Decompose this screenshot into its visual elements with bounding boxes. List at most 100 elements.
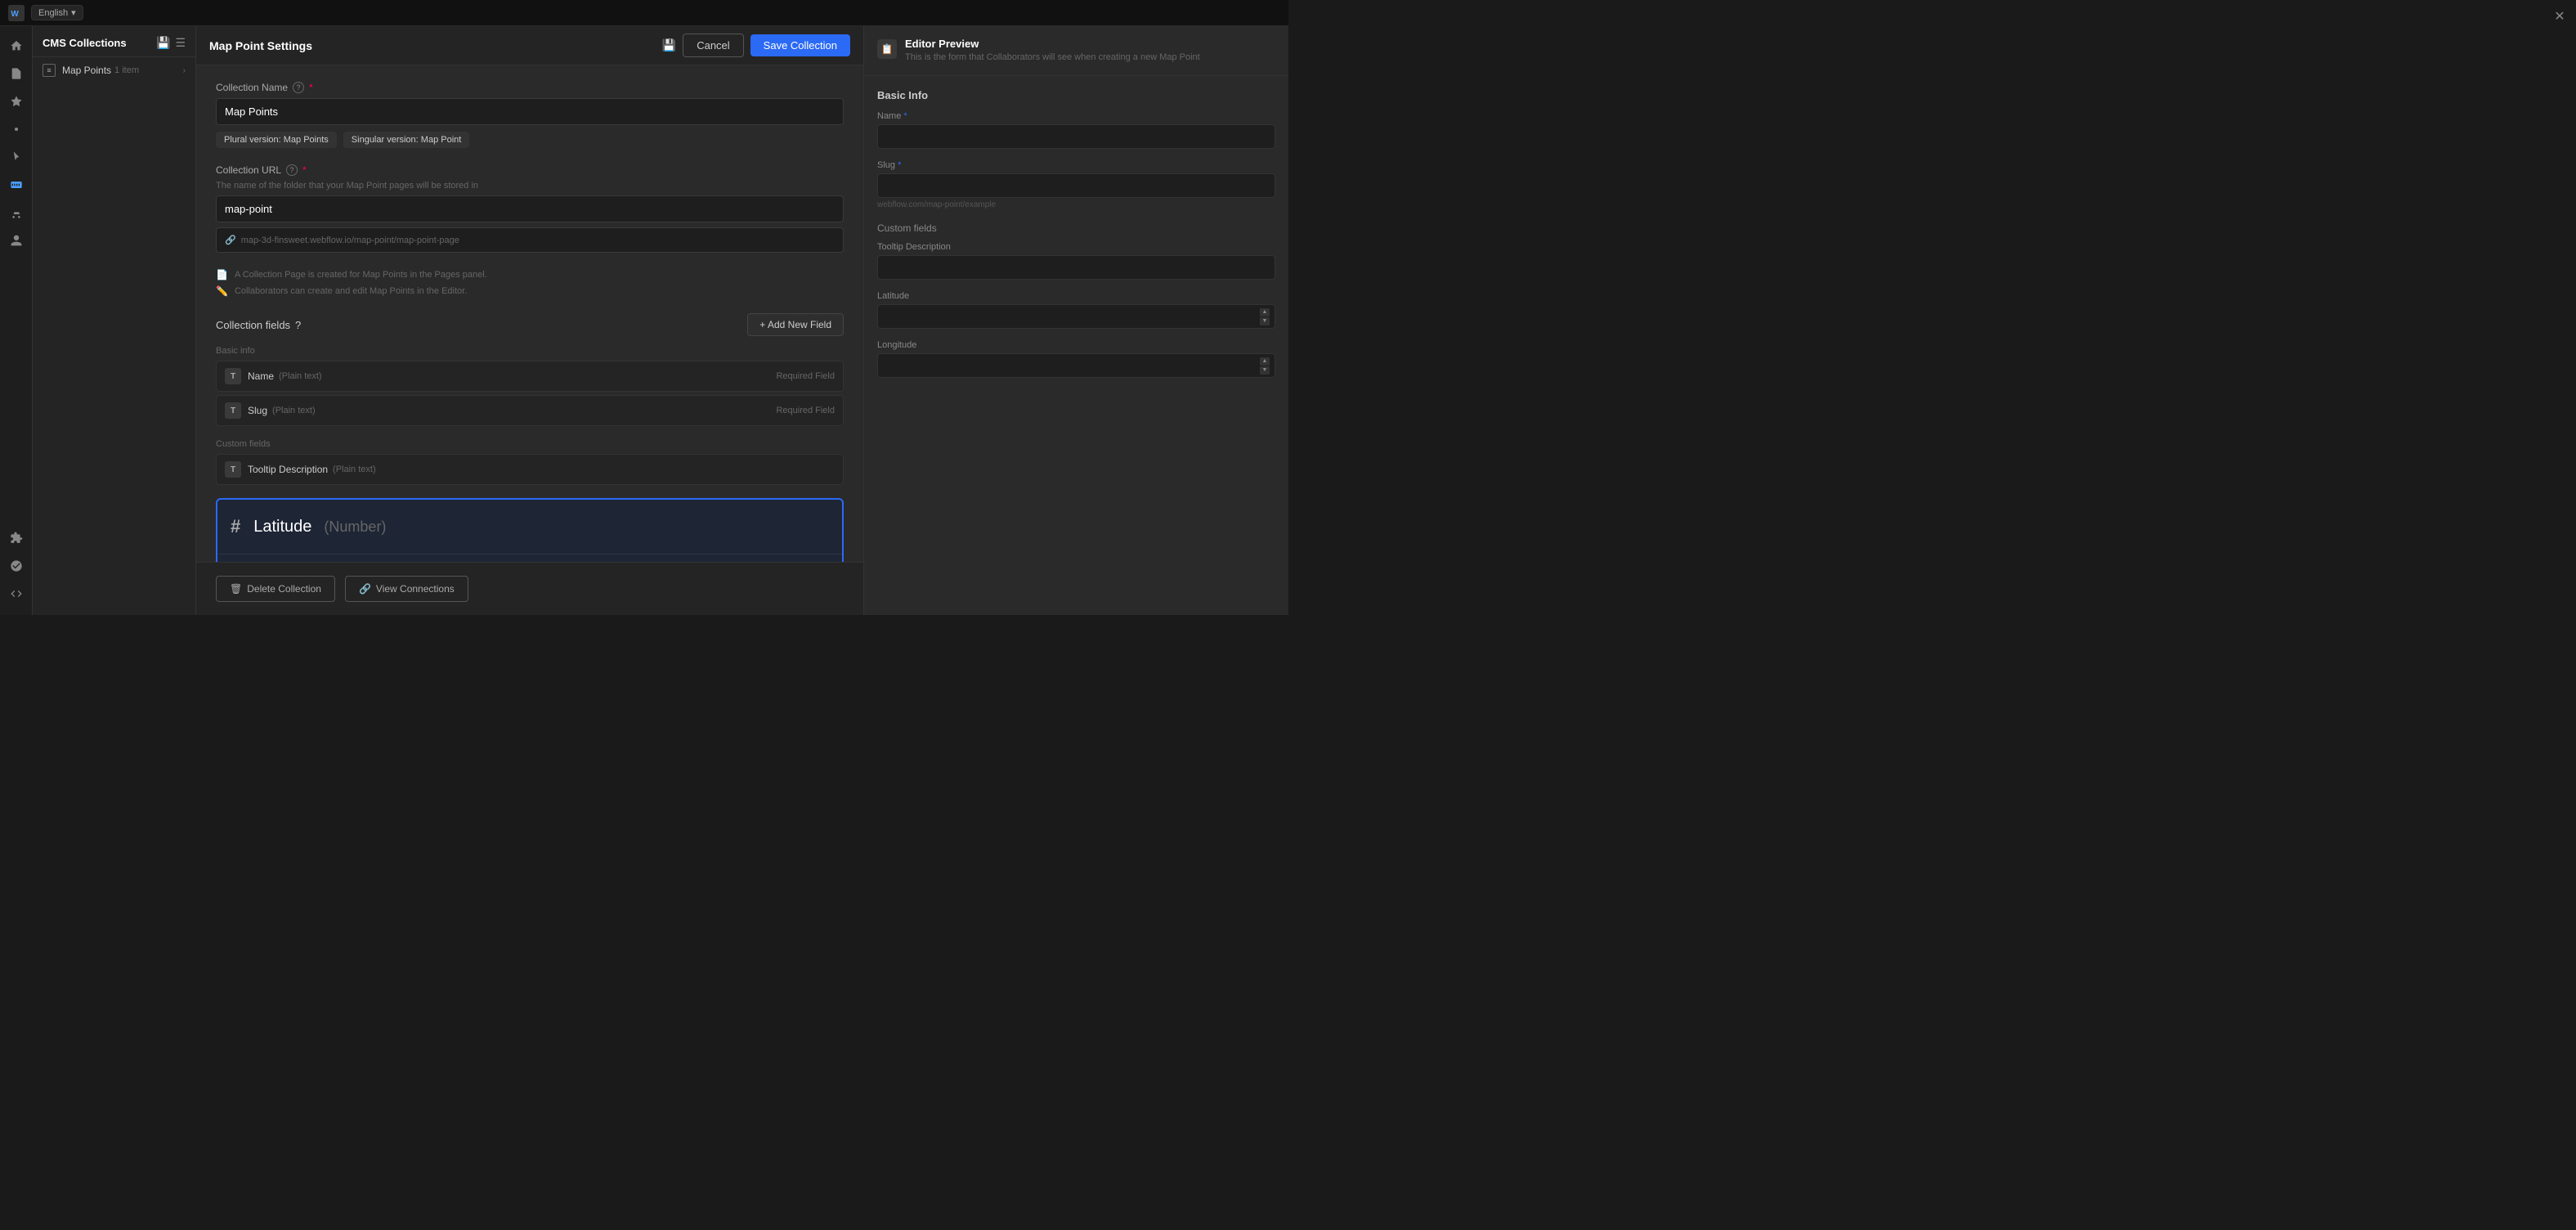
field-type-label-name: (Plain text) — [279, 371, 322, 381]
save-collection-button[interactable]: Save Collection — [750, 34, 850, 56]
collection-url-input[interactable] — [216, 195, 844, 222]
preview-slug-field: Slug * webflow.com/map-point/example — [877, 160, 1275, 209]
preview-tooltip-field: Tooltip Description — [877, 242, 1275, 280]
sidebar-icon-users[interactable] — [3, 227, 29, 254]
latitude-type: (Number) — [320, 518, 386, 536]
sidebar-icon-symbols[interactable] — [3, 116, 29, 142]
collection-url-label-row: Collection URL ? * — [216, 164, 844, 176]
fields-header: Collection fields ? + Add New Field — [216, 313, 844, 336]
field-row-slug[interactable]: T Slug (Plain text) Required Field — [216, 395, 844, 426]
basic-info-fields-group: Basic info T Name (Plain text) Required … — [216, 346, 844, 426]
collection-name-input[interactable] — [216, 98, 844, 125]
connections-icon: 🔗 — [359, 583, 371, 595]
sidebar-icon-home[interactable] — [3, 33, 29, 59]
field-required-name: Required Field — [776, 371, 835, 381]
cms-panel-header: CMS Collections 💾 ☰ — [33, 26, 195, 57]
preview-custom-section: Custom fields Tooltip Description Latitu… — [877, 222, 1275, 378]
sidebar-icon-interactions[interactable] — [3, 144, 29, 170]
plural-badge: Plural version: Map Points — [216, 132, 337, 148]
preview-name-label: Name * — [877, 111, 1275, 121]
save-page-icon: 💾 — [662, 38, 676, 52]
field-row-name[interactable]: T Name (Plain text) Required Field — [216, 361, 844, 392]
global-bar: W English ▾ ✕ — [0, 0, 1288, 26]
longitude-down-spinner[interactable]: ▼ — [1260, 366, 1270, 375]
editor-preview-icon: 📋 — [877, 39, 897, 59]
delete-icon: 🗑 — [230, 583, 242, 595]
info-text-2: Collaborators can create and edit Map Po… — [235, 286, 467, 296]
collection-name-required: * — [309, 82, 313, 93]
sidebar-icon-extensions[interactable] — [3, 525, 29, 551]
preview-latitude-label: Latitude — [877, 291, 1275, 301]
longitude-up-spinner[interactable]: ▲ — [1260, 357, 1270, 366]
collection-name-section: Collection Name ? * Plural version: Map … — [216, 82, 844, 148]
info-icon-2: ✏️ — [216, 285, 228, 297]
info-text-1: A Collection Page is created for Map Poi… — [235, 270, 487, 280]
info-item-2: ✏️ Collaborators can create and edit Map… — [216, 285, 844, 297]
latitude-spinners: ▲ ▼ — [1260, 308, 1270, 325]
field-row-tooltip[interactable]: T Tooltip Description (Plain text) — [216, 454, 844, 485]
field-name-name: Name — [248, 370, 274, 382]
field-name-slug: Slug — [248, 405, 267, 416]
url-icon: 🔗 — [225, 235, 236, 245]
collection-name: Map Points — [62, 65, 111, 76]
field-type-label-slug: (Plain text) — [272, 406, 316, 415]
webflow-logo: W — [8, 5, 25, 21]
highlighted-fields-container: # Latitude (Number) # Longitude (Number) — [216, 498, 844, 562]
field-type-icon-slug: T — [225, 402, 241, 419]
sidebar-icon-custom-code[interactable] — [3, 581, 29, 607]
editor-preview-content: Basic Info Name * Slug * webflow.com/map… — [864, 76, 1288, 615]
cms-save-icon[interactable]: 💾 — [156, 36, 170, 50]
custom-fields-group: Custom fields T Tooltip Description (Pla… — [216, 439, 844, 485]
basic-info-group-label: Basic info — [216, 346, 844, 356]
sidebar-icon-cms[interactable] — [3, 172, 29, 198]
cms-panel-title: CMS Collections — [43, 37, 127, 49]
editor-preview-header-text: Editor Preview This is the form that Col… — [905, 38, 1200, 64]
collection-url-label: Collection URL — [216, 164, 281, 176]
latitude-up-spinner[interactable]: ▲ — [1260, 308, 1270, 316]
preview-tooltip-input — [877, 255, 1275, 280]
highlighted-field-latitude[interactable]: # Latitude (Number) — [217, 500, 842, 554]
latitude-hash: # — [231, 516, 240, 537]
collection-count: 1 item — [114, 65, 139, 75]
cms-collection-map-points[interactable]: ≡ Map Points 1 item › — [33, 57, 195, 83]
preview-longitude-input: ▲ ▼ — [877, 353, 1275, 378]
collection-url-help[interactable]: ? — [286, 164, 298, 176]
editor-preview-title: Editor Preview — [905, 38, 1200, 50]
fields-help-icon[interactable]: ? — [295, 319, 301, 331]
field-required-slug: Required Field — [776, 406, 835, 415]
info-icon-1: 📄 — [216, 269, 228, 281]
preview-name-field: Name * — [877, 111, 1275, 149]
sidebar-icon-ecomm[interactable] — [3, 200, 29, 226]
cancel-button[interactable]: Cancel — [683, 34, 743, 57]
language-selector[interactable]: English ▾ — [31, 5, 83, 20]
preview-slug-input — [877, 173, 1275, 198]
top-bar-actions: 💾 Cancel Save Collection — [662, 34, 850, 57]
editor-preview-subtitle: This is the form that Collaborators will… — [905, 52, 1200, 64]
fields-section-label: Collection fields — [216, 319, 290, 331]
editor-preview-panel: 📋 Editor Preview This is the form that C… — [863, 26, 1288, 615]
settings-top-bar: Map Point Settings 💾 Cancel Save Collect… — [196, 26, 863, 65]
view-connections-button[interactable]: 🔗 View Connections — [345, 576, 468, 602]
highlighted-field-longitude[interactable]: # Longitude (Number) — [217, 554, 842, 562]
singular-badge: Singular version: Map Point — [343, 132, 470, 148]
url-preview: 🔗 map-3d-finsweet.webflow.io/map-point/m… — [216, 227, 844, 253]
sidebar-icon-settings[interactable] — [3, 553, 29, 579]
sidebar-icon-pages[interactable] — [3, 61, 29, 87]
add-new-field-button[interactable]: + Add New Field — [747, 313, 844, 336]
collection-icon: ≡ — [43, 64, 56, 77]
latitude-down-spinner[interactable]: ▼ — [1260, 317, 1270, 325]
custom-fields-group-label: Custom fields — [216, 439, 844, 449]
field-type-icon-name: T — [225, 368, 241, 384]
sidebar-icon-assets[interactable] — [3, 88, 29, 114]
fields-header-left: Collection fields ? — [216, 319, 301, 331]
close-button[interactable]: ✕ — [2550, 7, 2569, 26]
cms-panel: CMS Collections 💾 ☰ ≡ Map Points 1 item … — [33, 26, 196, 615]
bottom-actions: 🗑 Delete Collection 🔗 View Connections — [196, 562, 863, 615]
url-description: The name of the folder that your Map Poi… — [216, 181, 844, 191]
collection-name-help[interactable]: ? — [293, 82, 304, 93]
latitude-name: Latitude — [253, 518, 311, 536]
collection-url-required: * — [302, 164, 307, 176]
cms-menu-icon[interactable]: ☰ — [175, 36, 186, 50]
settings-title: Map Point Settings — [209, 39, 662, 52]
delete-collection-button[interactable]: 🗑 Delete Collection — [216, 576, 335, 602]
